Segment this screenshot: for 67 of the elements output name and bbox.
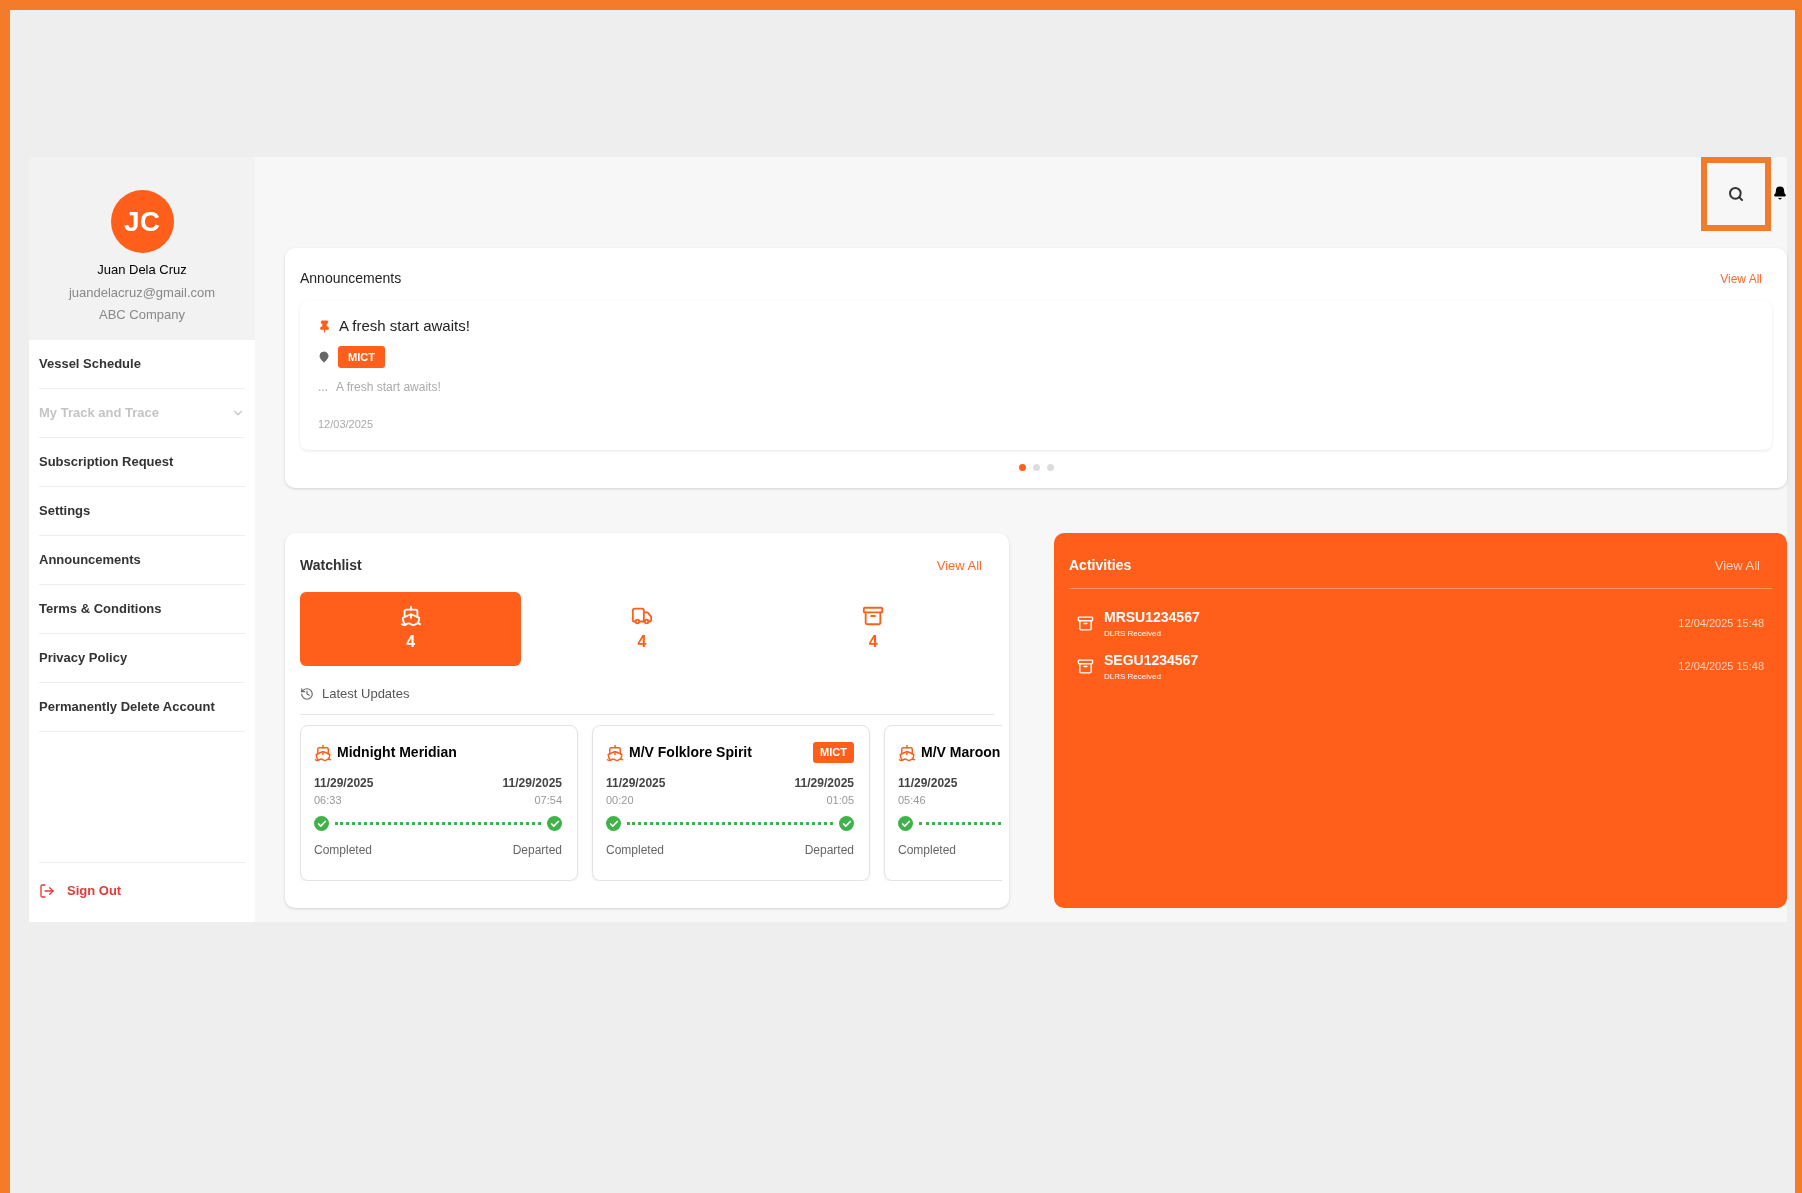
start-date: 11/29/2025 [606,774,666,792]
activity-time: 12/04/2025 15:48 [1678,659,1764,675]
sidebar-item[interactable]: Permanently Delete Account [39,683,245,732]
sidebar-item[interactable]: Vessel Schedule [39,340,245,389]
history-icon [300,686,314,701]
check-icon [314,816,329,831]
announcement-date: 12/03/2025 [318,417,375,432]
announcement-title: A fresh start awaits! [339,316,470,336]
section-title: Announcements [300,269,402,288]
sidebar-item[interactable]: Settings [39,487,245,536]
user-name: Juan Dela Cruz [97,261,187,279]
latest-updates-label: Latest Updates [322,685,410,703]
start-date: 11/29/2025 [898,774,958,792]
company-name: ABC Company [99,306,185,324]
vessel-name: M/V Maroon [921,743,1002,762]
end-time: 07:54 [534,792,562,808]
section-title: Activities [1069,556,1132,575]
activity-status: DLRS Received [1104,671,1162,683]
check-icon [606,816,621,831]
announcement-body: A fresh start awaits! [336,379,441,396]
vessel-update-card[interactable]: M/V Folklore Spirit MICT 11/29/2025 00:20 11/29/2025 01:05 Completed Departed [592,724,870,881]
announcement-card[interactable]: A fresh start awaits! MICT ... A fresh start awaits! 12/03/2025 [300,301,1772,450]
start-time: 06:33 [314,792,343,808]
location-pin-icon [318,350,330,363]
end-date: 11/29/2025 [794,774,854,792]
start-time: 05:46 [898,792,927,808]
vessel-name: M/V Folklore Spirit [629,743,753,762]
sign-out-button[interactable]: Sign Out [39,880,122,901]
check-icon [839,816,854,831]
bell-icon[interactable] [1773,185,1787,201]
sign-out-icon [39,882,55,899]
sidebar-item[interactable]: Terms & Conditions [39,585,245,634]
start-status: Completed [898,842,957,859]
start-status: Completed [606,842,665,859]
section-title: Watchlist [300,556,362,575]
box-icon [862,604,885,627]
end-status: Departed [512,842,562,859]
user-email: juandelacruz@gmail.com [68,283,216,302]
sidebar-item[interactable]: Subscription Request [39,438,245,487]
end-time: 01:05 [826,792,854,808]
search-icon [1728,186,1744,202]
vessel-name: Midnight Meridian [337,743,458,762]
end-date: 11/29/2025 [502,774,562,792]
box-icon [1077,658,1094,675]
tag-badge: MICT [813,742,854,763]
sidebar-item[interactable]: Privacy Policy [39,634,245,683]
ship-icon [606,743,624,762]
activity-time: 12/04/2025 15:48 [1678,616,1764,632]
start-date: 11/29/2025 [314,774,374,792]
box-icon [1077,615,1094,632]
pin-icon [318,319,331,333]
tag-badge: MICT [338,345,385,368]
ship-icon [314,743,332,762]
end-status: Departed [804,842,854,859]
avatar: JC [110,190,174,253]
check-icon [898,816,913,831]
vessel-update-card[interactable]: Midnight Meridian 11/29/2025 06:33 11/29/2025 07:54 Completed Departed [300,724,578,881]
ship-icon [898,743,916,762]
ellipsis-text: ... [318,379,328,396]
start-status: Completed [314,842,373,859]
check-icon [547,816,562,831]
container-code: MRSU1234567 [1104,608,1201,627]
start-time: 00:20 [606,792,635,808]
activity-status: DLRS Received [1104,628,1162,640]
sidebar-item[interactable]: Announcements [39,536,245,585]
ship-icon [399,604,422,627]
container-code: SEGU1234567 [1104,651,1200,670]
